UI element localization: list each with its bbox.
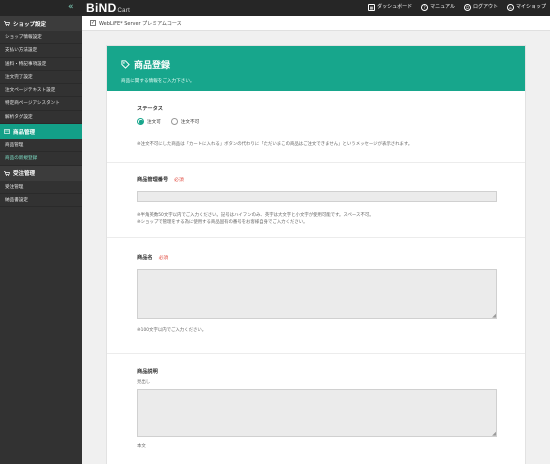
top-bar: « BiNDCart ▦ ダッシュボード? マニュアル ⏻ ログアウト ⌂ マイショップ (0, 0, 550, 16)
sidebar-item[interactable]: 支払い方法設定 (0, 44, 82, 58)
resize-handle-icon[interactable]: ◢ (492, 314, 496, 319)
page-title: 商品登録 (134, 61, 171, 71)
required-badge: 必須 (158, 256, 169, 261)
product-code-note-1: ※半角英数50文字以内でご入力ください。記号はハイフンのみ、英字は大文字と小文字… (137, 213, 374, 218)
description-label: 商品説明 (137, 369, 158, 375)
card-header: 商品登録 商品に関する情報をご入力下さい。 (107, 46, 525, 91)
sidebar-item[interactable]: 商品の新規登録 (0, 152, 82, 166)
tag-icon (121, 60, 130, 69)
plan-bar: ✓ WebLiFE* Server プレミアムコース (82, 16, 550, 31)
order-icon (4, 170, 10, 176)
product-code-input[interactable] (137, 191, 497, 202)
status-label: ステータス (137, 106, 163, 112)
page-subtitle: 商品に関する情報をご入力下さい。 (121, 79, 195, 84)
radio-label: 注文可 (147, 119, 161, 125)
product-code-section: 商品管理番号 必須 ※半角英数50文字以内でご入力ください。記号はハイフンのみ、英… (107, 163, 525, 238)
checkbox-icon: ✓ (90, 20, 96, 26)
product-registration-card: 商品登録 商品に関する情報をご入力下さい。 ステータス 注文可 注文不可 ※注文… (106, 45, 526, 464)
top-nav-label: ログアウト (472, 4, 498, 10)
sidebar-section-3[interactable]: 受注管理 (0, 165, 82, 181)
sidebar: ショップ設定ショップ情報設定 支払い方法設定 送料・特記事項設定 注文完了設定 注文ペー… (0, 16, 82, 464)
sidebar-section-title: 商品管理 (13, 129, 36, 136)
sidebar-item[interactable]: 商品管理 (0, 139, 82, 153)
plan-label: WebLiFE* Server プレミアムコース (99, 20, 182, 27)
product-name-note: ※100文字以内でご入力ください。 (137, 328, 207, 333)
sidebar-item[interactable]: 受注管理 (0, 181, 82, 194)
radio-checked-icon (137, 118, 144, 125)
sidebar-item[interactable]: 注文完了設定 (0, 71, 82, 85)
sidebar-item[interactable]: 注文ページテキスト設定 (0, 84, 82, 98)
top-nav-label: マニュアル (430, 4, 455, 10)
sidebar-section-title: ショップ設定 (13, 21, 47, 28)
product-code-label: 商品管理番号 (137, 177, 169, 183)
top-nav-item[interactable]: ▦ ダッシュボード (368, 3, 412, 12)
radio-label: 注文不可 (180, 119, 200, 125)
product-name-textarea[interactable] (137, 269, 497, 319)
status-not-orderable-radio[interactable]: 注文不可 (170, 118, 200, 125)
home-icon: ⌂ (506, 4, 514, 11)
heading-textarea[interactable] (137, 389, 497, 437)
product-icon (4, 129, 10, 134)
top-nav-item[interactable]: ⏻ ログアウト (463, 3, 498, 12)
description-section: 商品説明 見出し ◢ 本文 (107, 354, 525, 464)
product-code-note-2: ※ショップで管理をする為に使用する商品固有の番号をお客様自身でご入力ください。 (137, 220, 308, 225)
dashboard-icon: ▦ (368, 4, 376, 11)
sidebar-section-title: 受注管理 (13, 171, 36, 178)
sidebar-item[interactable]: 送料・特記事項設定 (0, 58, 82, 71)
sidebar-item[interactable]: 解析タグ設定 (0, 111, 82, 125)
product-name-section: 商品名 必須 ◢ ※100文字以内でご入力ください。 (107, 238, 525, 354)
heading-label: 見出し (137, 380, 151, 385)
logout-icon: ⏻ (463, 4, 471, 11)
top-nav-item[interactable]: ⌂ マイショップ (506, 3, 546, 12)
top-nav-label: ダッシュボード (377, 4, 413, 10)
required-badge: 必須 (174, 178, 184, 183)
sidebar-item[interactable]: 特定商ページアシスタント (0, 97, 82, 111)
top-nav-label: マイショップ (515, 4, 546, 10)
product-name-label: 商品名 (137, 255, 153, 261)
body-label: 本文 (137, 444, 146, 449)
sidebar-item[interactable]: 納品書設定 (0, 194, 82, 208)
top-nav-item[interactable]: ? マニュアル (421, 3, 455, 12)
sidebar-section-2[interactable]: 商品管理 (0, 124, 82, 140)
top-nav: ▦ ダッシュボード? マニュアル ⏻ ログアウト ⌂ マイショップ (368, 3, 546, 12)
status-section: ステータス 注文可 注文不可 ※注文不可にした商品は「カートに入れる」ボタンの代… (107, 91, 525, 163)
radio-unchecked-icon (170, 118, 178, 125)
status-orderable-radio[interactable]: 注文可 (137, 118, 161, 125)
help-icon: ? (421, 4, 429, 11)
sidebar-section-1[interactable]: ショップ設定 (0, 16, 82, 31)
cart-icon (4, 21, 10, 26)
status-note: ※注文不可にした商品は「カートに入れる」ボタンの代わりに「ただいまこの商品はご注… (137, 142, 413, 147)
main-content[interactable]: 商品登録 商品に関する情報をご入力下さい。 ステータス 注文可 注文不可 ※注文… (82, 31, 550, 464)
resize-handle-icon[interactable]: ◢ (492, 432, 496, 437)
sidebar-item[interactable]: ショップ情報設定 (0, 31, 82, 45)
collapse-sidebar-icon[interactable]: « (68, 1, 74, 13)
